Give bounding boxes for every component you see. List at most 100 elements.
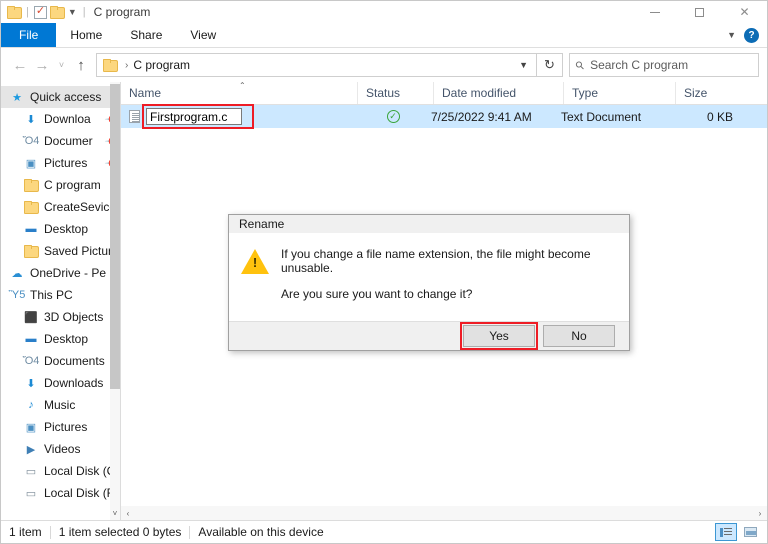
- column-header-name[interactable]: ⌃ Name: [121, 81, 357, 104]
- up-button[interactable]: ↑: [70, 53, 92, 77]
- sidebar-item-desktop[interactable]: ▬ Desktop: [1, 218, 120, 240]
- no-button[interactable]: No: [543, 325, 615, 348]
- sidebar-item-label: Quick access: [30, 90, 102, 104]
- sidebar-item-label: C program: [44, 178, 101, 192]
- sidebar-item-quick-access[interactable]: ★ Quick access: [1, 86, 120, 108]
- sidebar-item-label: Desktop: [44, 222, 89, 236]
- warning-exclamation: !: [252, 255, 258, 271]
- status-availability: Available on this device: [198, 525, 324, 539]
- column-header-type[interactable]: Type: [563, 82, 675, 104]
- sidebar-item-saved-pictur[interactable]: Saved Pictur: [1, 240, 120, 262]
- sidebar-item-label: Downloads: [44, 376, 104, 390]
- column-header-size[interactable]: Size: [675, 82, 745, 104]
- tab-file[interactable]: File: [1, 23, 57, 47]
- sidebar-item-downloads[interactable]: ⬇ Downloads: [1, 372, 120, 394]
- close-button[interactable]: ✕: [722, 1, 767, 23]
- sidebar-item-label: Local Disk (F: [44, 486, 115, 500]
- sidebar-item-documents[interactable]: Ὄ4 Documents: [1, 350, 120, 372]
- sidebar-item-createsevice[interactable]: CreateSevice: [1, 196, 120, 218]
- details-view-button[interactable]: [715, 523, 737, 541]
- sidebar-item-local-disk-f[interactable]: ▭ Local Disk (F: [1, 482, 120, 504]
- sidebar-item-c-program[interactable]: C program: [1, 174, 120, 196]
- yes-button[interactable]: Yes: [460, 322, 538, 351]
- search-icon: ⚲: [573, 58, 588, 73]
- sidebar-item-pictures[interactable]: ▣Pictures📌: [1, 152, 120, 174]
- rename-dialog: Rename ! If you change a file name exten…: [228, 214, 630, 351]
- rename-input[interactable]: Firstprogram.c: [146, 108, 242, 125]
- dialog-footer: Yes No: [229, 321, 629, 351]
- sidebar-scrollbar[interactable]: ˅: [110, 82, 120, 520]
- customize-dropdown-icon[interactable]: ▼: [67, 7, 78, 17]
- cell-date-modified: 7/25/2022 9:41 AM: [431, 109, 532, 124]
- folder-icon[interactable]: [7, 6, 22, 19]
- sidebar-item-desktop[interactable]: ▬ Desktop: [1, 328, 120, 350]
- status-bar: 1 item 1 item selected 0 bytes Available…: [1, 520, 767, 543]
- sidebar-item-documer[interactable]: Ὄ4Documer📌: [1, 130, 120, 152]
- warning-triangle-icon: !: [241, 249, 271, 276]
- new-folder-icon[interactable]: [49, 6, 65, 19]
- large-icons-view-button[interactable]: [739, 523, 761, 541]
- horizontal-scrollbar[interactable]: ‹ ›: [121, 506, 767, 520]
- videos-icon: ▶: [26, 443, 36, 456]
- folder-icon: [23, 243, 39, 259]
- sidebar-item-videos[interactable]: ▶ Videos: [1, 438, 120, 460]
- scroll-down-icon[interactable]: ˅: [110, 509, 120, 518]
- tab-home[interactable]: Home: [56, 23, 116, 47]
- help-icon[interactable]: ?: [744, 27, 759, 43]
- details-view-icon: [720, 527, 732, 537]
- search-input[interactable]: Search C program: [590, 58, 688, 72]
- folder-icon: [23, 199, 39, 215]
- column-headers: ⌃ Name Status Date modified Type Size: [121, 81, 767, 105]
- sidebar-item-pictures[interactable]: ▣ Pictures: [1, 416, 120, 438]
- breadcrumb-current[interactable]: C program: [133, 58, 190, 72]
- cell-type: Text Document: [561, 109, 642, 124]
- sidebar-item-music[interactable]: ♪ Music: [1, 394, 120, 416]
- onedrive-icon: ☁: [11, 267, 23, 280]
- cell-status: ✓: [355, 110, 431, 123]
- sidebar-item-this-pc[interactable]: Ὓ5 This PC: [1, 284, 120, 306]
- folder-icon: [23, 177, 39, 193]
- ribbon-right-controls: ▼ ?: [727, 23, 767, 47]
- this-pc-icon: Ὓ5: [8, 289, 26, 301]
- close-icon: ✕: [739, 5, 750, 19]
- maximize-icon: [695, 7, 704, 17]
- pictures-icon: ▣: [25, 157, 37, 170]
- window-title: C program: [93, 5, 151, 19]
- tab-view[interactable]: View: [176, 23, 230, 47]
- minimize-icon: [649, 11, 660, 13]
- recent-locations-button[interactable]: ˅: [53, 53, 70, 77]
- back-button[interactable]: ←: [9, 53, 31, 77]
- rename-field-wrapper: Firstprogram.c: [142, 104, 254, 129]
- sidebar-item-local-disk-c[interactable]: ▭ Local Disk (C: [1, 460, 120, 482]
- search-box[interactable]: ⚲ Search C program: [569, 53, 759, 77]
- column-header-status[interactable]: Status: [357, 82, 433, 104]
- properties-icon[interactable]: [33, 4, 47, 19]
- sidebar-item-onedrive-pe[interactable]: ☁ OneDrive - Pe: [1, 262, 120, 284]
- music-icon: ♪: [28, 399, 34, 411]
- scroll-left-icon[interactable]: ‹: [122, 509, 134, 518]
- chevron-down-icon[interactable]: ▼: [519, 60, 532, 70]
- drive-icon: ▭: [25, 487, 37, 500]
- sidebar-scrollbar-thumb[interactable]: [110, 84, 120, 389]
- forward-button[interactable]: →: [31, 53, 53, 77]
- minimize-button[interactable]: [632, 1, 677, 23]
- sidebar-item-downloa[interactable]: ⬇Downloa📌: [1, 108, 120, 130]
- window-controls: ✕: [632, 1, 767, 23]
- sidebar-item-label: Saved Pictur: [44, 244, 113, 258]
- sidebar-item-label: Documents: [44, 354, 105, 368]
- sidebar-item-label: This PC: [30, 288, 73, 302]
- refresh-button[interactable]: ↻: [537, 53, 563, 77]
- tab-share[interactable]: Share: [116, 23, 176, 47]
- maximize-button[interactable]: [677, 1, 722, 23]
- column-header-date-modified[interactable]: Date modified: [433, 82, 563, 104]
- dialog-title: Rename: [229, 215, 629, 234]
- breadcrumb[interactable]: › C program ▼: [96, 53, 537, 77]
- sidebar-item-label: Videos: [44, 442, 81, 456]
- sidebar-item-label: Pictures: [44, 420, 88, 434]
- sidebar-item-label: OneDrive - Pe: [30, 266, 107, 280]
- scroll-right-icon[interactable]: ›: [754, 509, 766, 518]
- table-row[interactable]: Firstprogram.c ✓ 7/25/2022 9:41 AM Text …: [121, 104, 767, 129]
- chevron-down-icon[interactable]: ▼: [727, 30, 736, 40]
- sidebar-item-3d-objects[interactable]: ⬛ 3D Objects: [1, 306, 120, 328]
- sort-ascending-icon: ⌃: [239, 81, 246, 90]
